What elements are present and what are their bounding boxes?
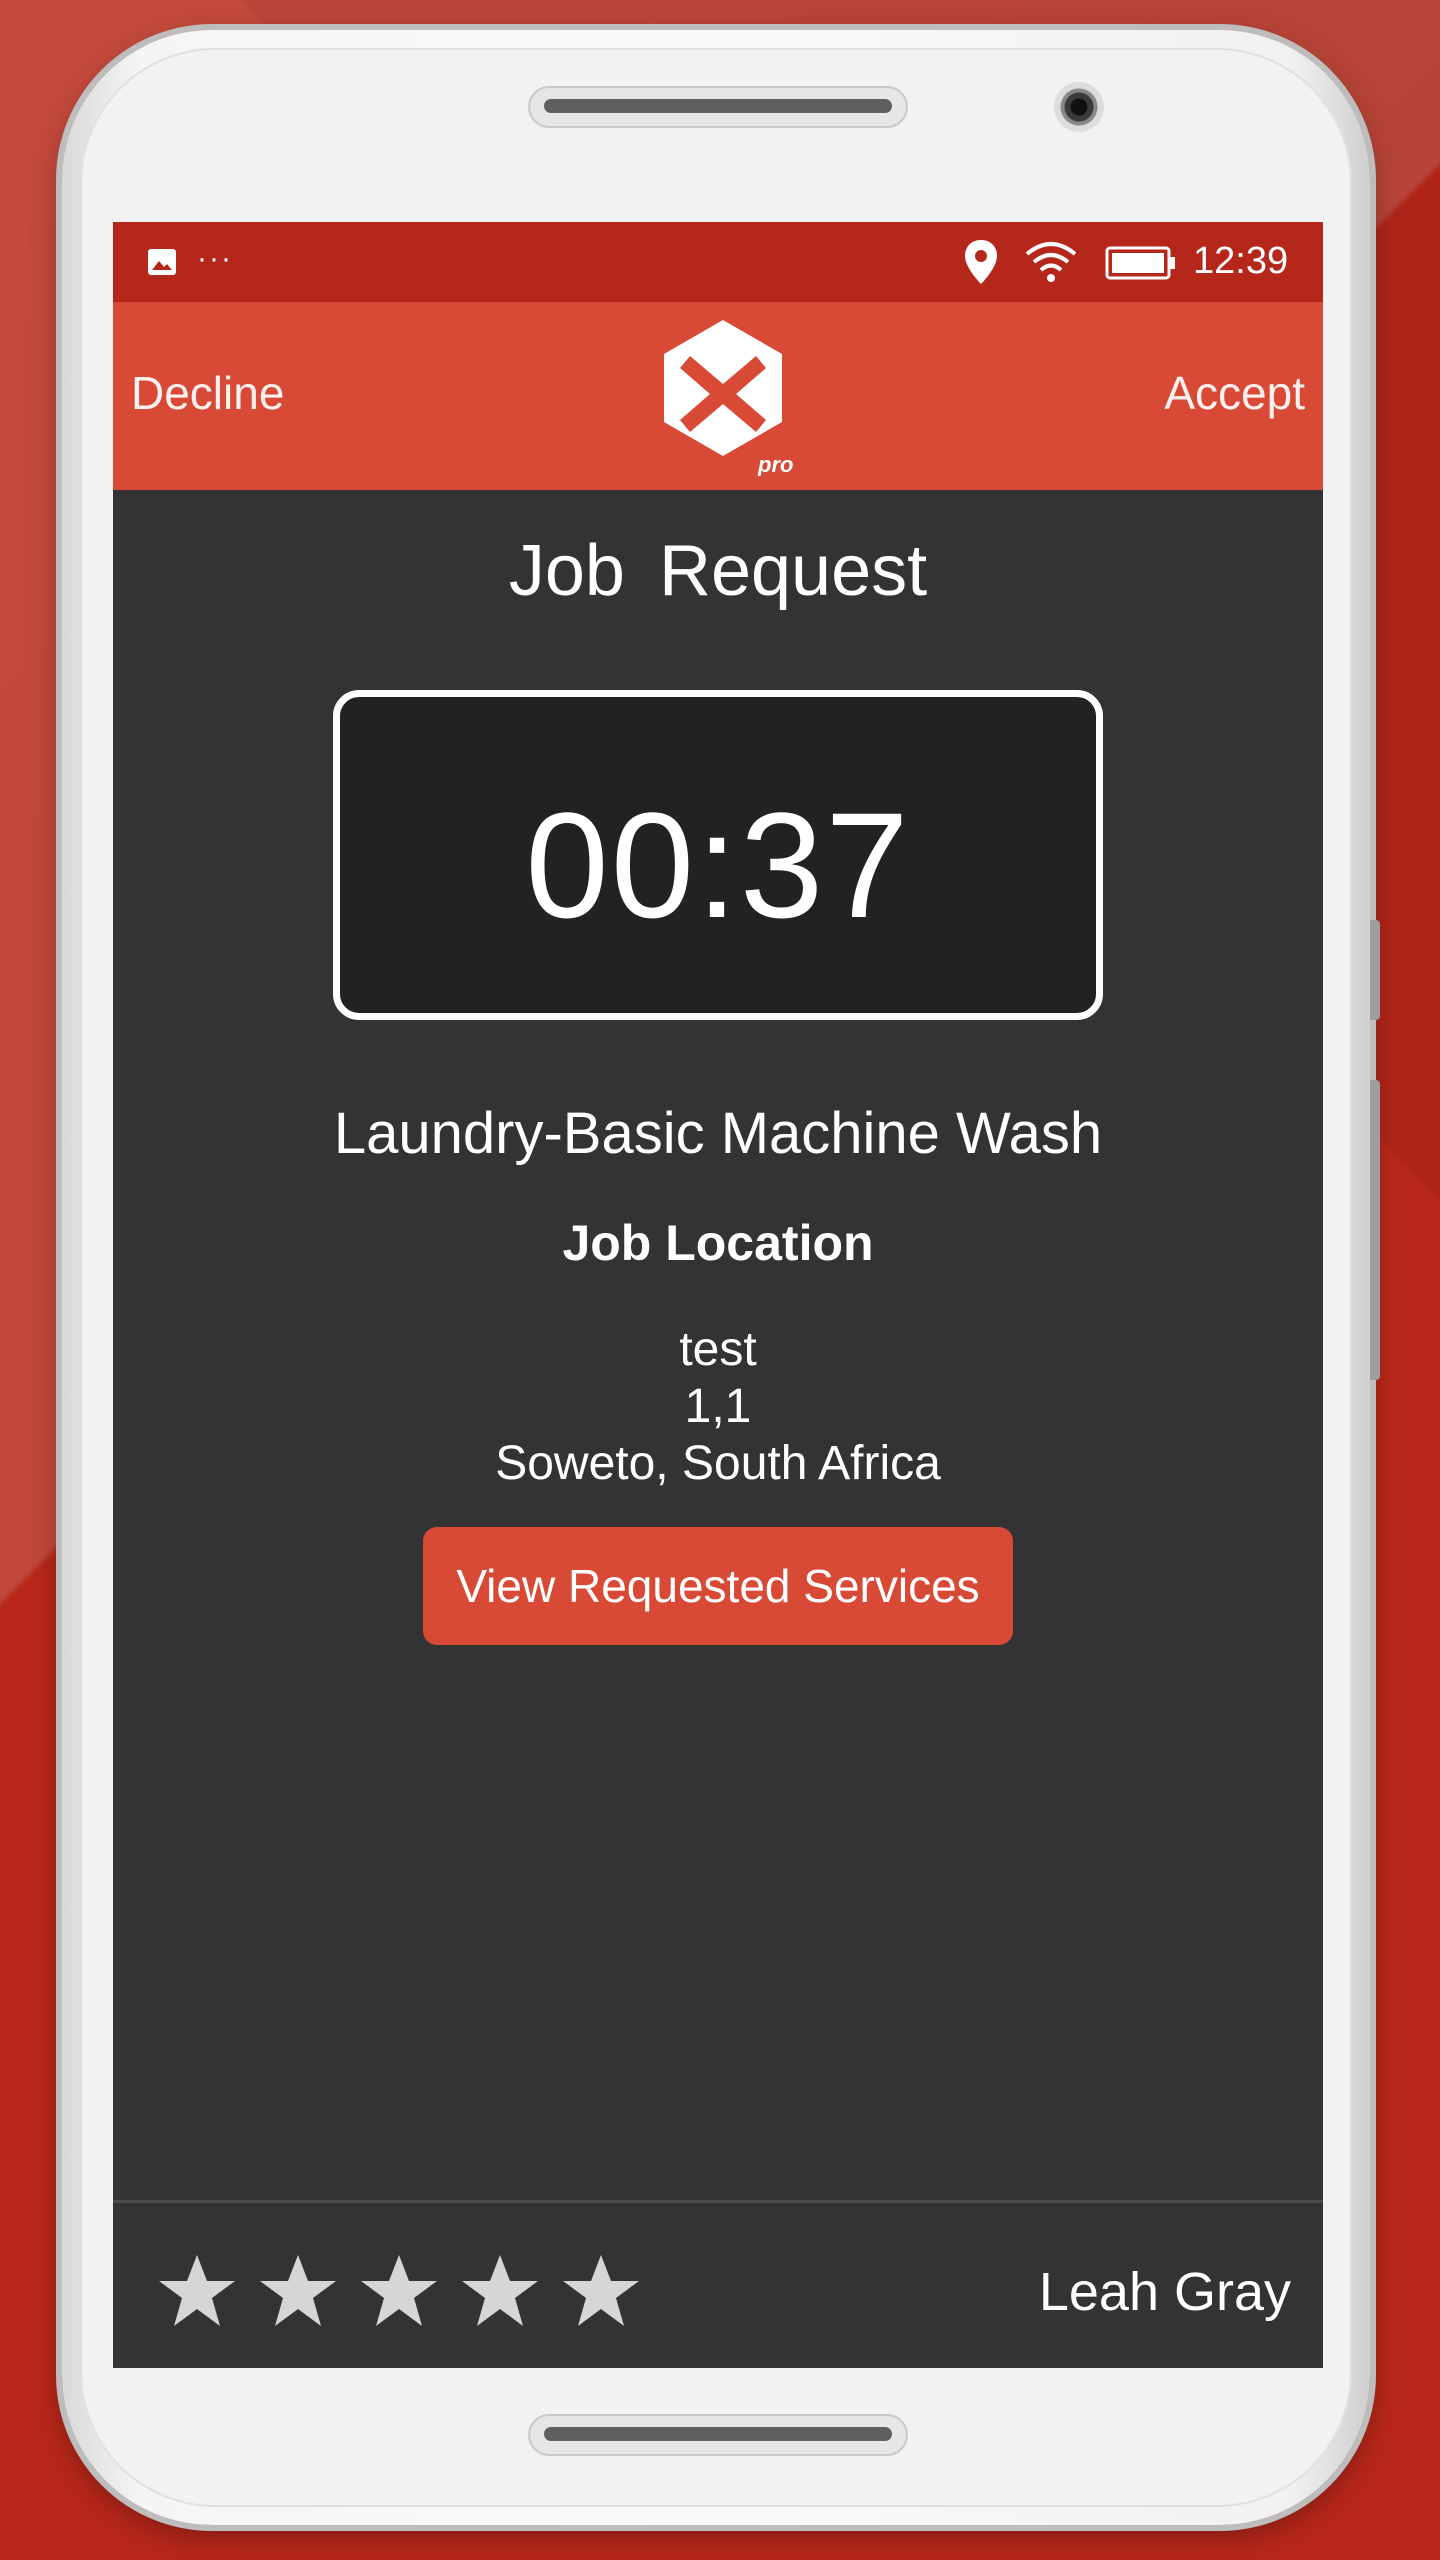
customer-name: Leah Gray <box>1038 2262 1291 2322</box>
notification-more-icon: ··· <box>197 242 233 275</box>
bottom-speaker <box>528 2414 908 2456</box>
accept-button[interactable]: Accept <box>1164 366 1305 420</box>
status-bar: ··· 12:39 <box>113 222 1323 302</box>
star-icon <box>361 2255 437 2326</box>
image-icon <box>148 249 176 275</box>
wifi-icon <box>1025 242 1077 282</box>
page-title: Job Request <box>508 531 928 611</box>
star-icon <box>462 2255 538 2326</box>
battery-icon <box>1105 246 1175 280</box>
star-icon <box>260 2255 336 2326</box>
app-bar: Decline pro Accept <box>113 302 1323 490</box>
address-line-2: 1,1 <box>684 1380 752 1433</box>
location-pin-icon <box>965 240 997 284</box>
countdown-timer: 00:37 <box>333 690 1103 1020</box>
address-line-3: Soweto, South Africa <box>495 1437 941 1490</box>
logo-badge: pro <box>757 452 793 476</box>
service-name: Laundry-Basic Machine Wash <box>333 1101 1103 1166</box>
side-button-top <box>1370 920 1380 1020</box>
job-location-heading: Job Location <box>562 1215 874 1271</box>
customer-footer: Leah Gray <box>113 2200 1323 2368</box>
front-camera <box>1054 82 1104 132</box>
star-icon <box>563 2255 639 2326</box>
app-logo: pro <box>664 320 793 476</box>
rating-stars <box>157 2251 662 2341</box>
star-icon <box>159 2255 235 2326</box>
side-button-volume <box>1370 1080 1380 1380</box>
address-line-1: test <box>679 1323 757 1376</box>
view-requested-services-button[interactable]: View Requested Services <box>423 1527 1013 1645</box>
timer-value: 00:37 <box>525 781 911 949</box>
phone-screen: ··· 12:39 Decline pro Accept Job Request… <box>113 222 1323 2368</box>
top-speaker <box>528 86 908 128</box>
status-time: 12:39 <box>1193 240 1289 282</box>
decline-button[interactable]: Decline <box>131 366 284 420</box>
